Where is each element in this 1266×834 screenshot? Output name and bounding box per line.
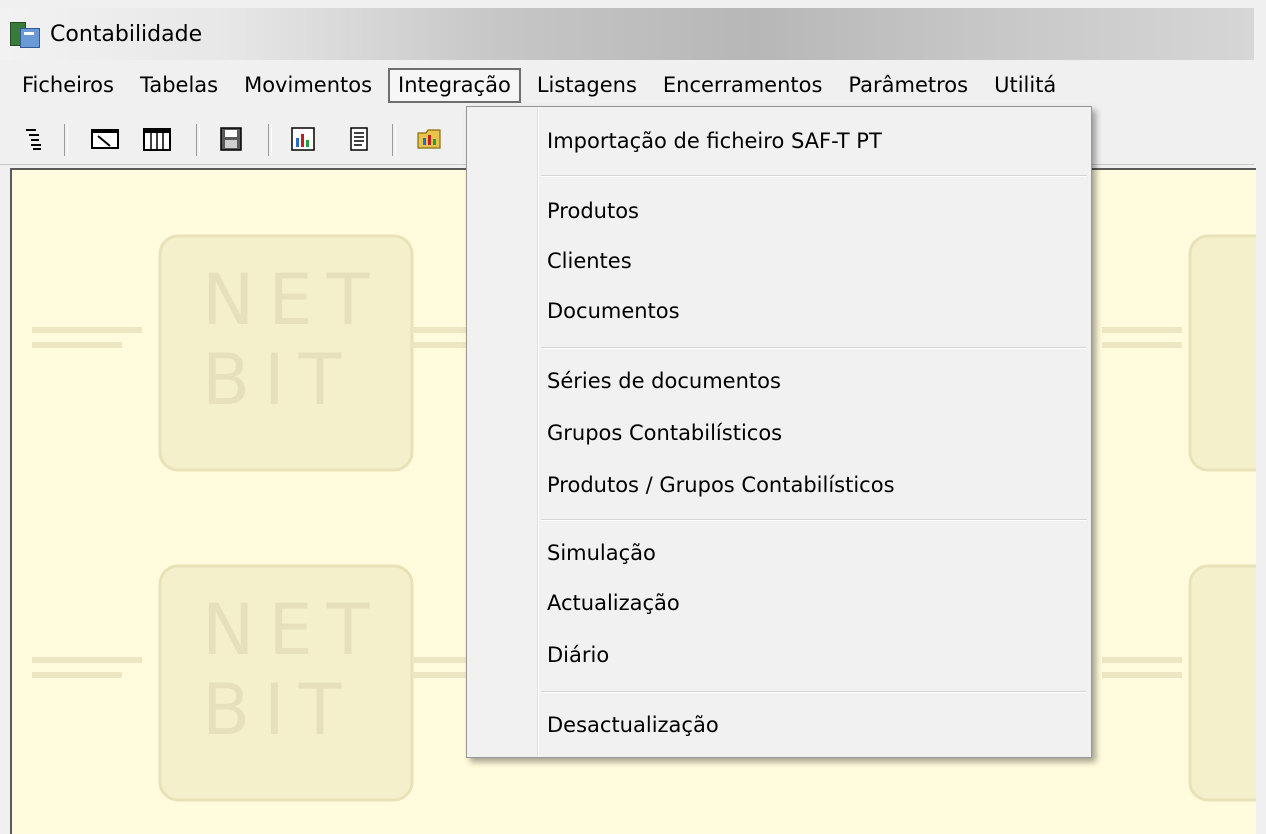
watermark-logo: NET BIT	[202, 260, 383, 420]
menu-item-simulacao[interactable]: Simulação	[547, 541, 656, 565]
menu-bar: Ficheiros Tabelas Movimentos Integração …	[0, 62, 1254, 108]
menu-tabelas[interactable]: Tabelas	[130, 68, 228, 103]
edit-window-icon[interactable]	[90, 126, 120, 152]
toolbar-separator	[64, 124, 68, 156]
menu-item-clientes[interactable]: Clientes	[547, 249, 632, 273]
watermark-line1: NET	[202, 589, 384, 671]
menu-item-produtos[interactable]: Produtos	[547, 199, 639, 223]
menu-movimentos[interactable]: Movimentos	[234, 68, 382, 103]
tree-list-icon[interactable]	[22, 126, 48, 152]
menu-parametros[interactable]: Parâmetros	[838, 68, 978, 103]
toolbar-separator	[268, 124, 272, 156]
menu-item-grupos-contabilisticos[interactable]: Grupos Contabilísticos	[547, 421, 782, 445]
menu-separator	[541, 519, 1087, 521]
integracao-dropdown-menu: Importação de ficheiro SAF-T PT Produtos…	[466, 106, 1092, 758]
title-bar: Contabilidade	[0, 8, 1254, 60]
window-title: Contabilidade	[50, 21, 203, 47]
watermark-line2: BIT	[202, 669, 356, 751]
menu-ficheiros[interactable]: Ficheiros	[12, 68, 124, 103]
menu-gutter	[537, 107, 539, 757]
watermark-line1: NET	[202, 259, 384, 341]
menu-encerramentos[interactable]: Encerramentos	[653, 68, 833, 103]
menu-separator	[541, 691, 1087, 693]
watermark-logo: NET BIT	[202, 590, 383, 750]
chart-report-icon[interactable]	[290, 126, 316, 152]
folder-chart-icon[interactable]	[416, 126, 442, 152]
app-icon	[8, 19, 42, 49]
menu-item-importacao-saft[interactable]: Importação de ficheiro SAF-T PT	[547, 129, 882, 153]
menu-integracao[interactable]: Integração	[388, 67, 521, 103]
toolbar-separator	[392, 124, 396, 156]
watermark-line2: BIT	[202, 339, 356, 421]
menu-item-desactualizacao[interactable]: Desactualização	[547, 713, 719, 737]
toolbar-separator	[196, 124, 200, 156]
menu-separator	[541, 347, 1087, 349]
menu-separator	[541, 175, 1087, 177]
menu-item-actualizacao[interactable]: Actualização	[547, 591, 680, 615]
menu-item-documentos[interactable]: Documentos	[547, 299, 680, 323]
menu-item-produtos-grupos[interactable]: Produtos / Grupos Contabilísticos	[547, 473, 895, 497]
menu-item-diario[interactable]: Diário	[547, 643, 609, 667]
menu-listagens[interactable]: Listagens	[527, 68, 647, 103]
menu-item-series-documentos[interactable]: Séries de documentos	[547, 369, 781, 393]
menu-utilitarios[interactable]: Utilitá	[984, 68, 1066, 103]
document-icon[interactable]	[346, 126, 372, 152]
disk-form-icon[interactable]	[218, 126, 244, 152]
calendar-table-icon[interactable]	[142, 126, 172, 152]
